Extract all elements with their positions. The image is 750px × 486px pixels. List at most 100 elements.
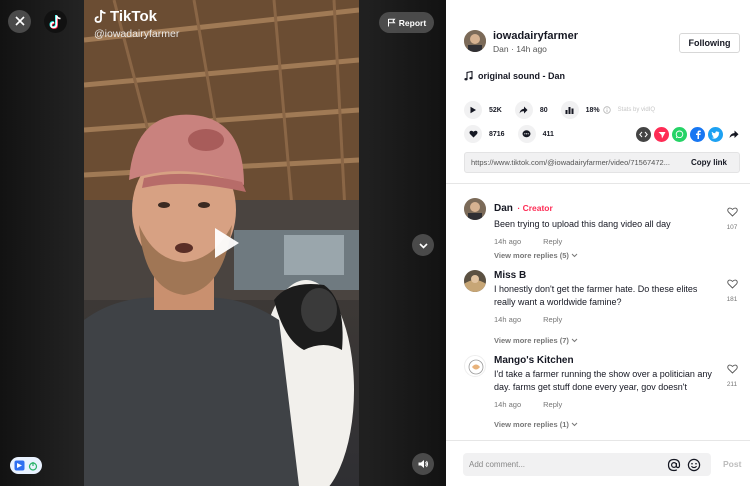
- post-time: 14h ago: [516, 44, 547, 54]
- author-info: iowadairyfarmer Dan · 14h ago: [464, 30, 578, 54]
- emoji-icon[interactable]: [687, 458, 701, 472]
- creator-badge: Creator: [522, 203, 553, 213]
- watermark-username: @iowadairyfarmer: [94, 28, 180, 40]
- view-replies-label: View more replies (5): [494, 251, 569, 260]
- twitter-share-button[interactable]: [708, 127, 723, 142]
- reply-button[interactable]: Reply: [543, 237, 562, 246]
- sound-link[interactable]: original sound - Dan: [464, 71, 565, 81]
- comment-like-button[interactable]: 107: [722, 204, 742, 231]
- comment-avatar[interactable]: [464, 198, 486, 220]
- comments-count: 411: [542, 130, 554, 138]
- stats-row-primary: 52K 80 18% Stats by vidIQ: [464, 101, 655, 119]
- shares-stat: 80: [514, 101, 548, 119]
- brand-name: TikTok: [110, 8, 157, 25]
- plays-stat: 52K: [464, 101, 502, 119]
- info-icon[interactable]: [602, 106, 611, 114]
- comment-body: Mango's Kitchen I'd take a farmer runnin…: [494, 355, 719, 409]
- comment-body: Miss B I honestly don't get the farmer h…: [494, 270, 719, 324]
- view-replies-button[interactable]: View more replies (1): [494, 420, 578, 429]
- close-icon: [14, 16, 25, 26]
- reply-button[interactable]: Reply: [543, 400, 562, 409]
- video-url[interactable]: https://www.tiktok.com/@iowadairyfarmer/…: [465, 158, 687, 167]
- send-share-button[interactable]: [654, 127, 669, 142]
- comment-like-count: 211: [726, 381, 738, 388]
- author-name: Dan: [493, 44, 509, 54]
- report-button[interactable]: Report: [379, 12, 434, 33]
- close-button[interactable]: [8, 10, 31, 33]
- comment-like-button[interactable]: 181: [722, 276, 742, 303]
- reply-button[interactable]: Reply: [543, 315, 562, 324]
- comment-avatar[interactable]: [464, 355, 486, 377]
- share-more-arrow-icon: [729, 130, 738, 138]
- following-button[interactable]: Following: [679, 33, 740, 53]
- view-replies-button[interactable]: View more replies (7): [494, 336, 578, 345]
- copy-link-button[interactable]: Copy link: [687, 158, 727, 167]
- comment-meta: 14h ago Reply: [494, 400, 719, 409]
- stats-attribution[interactable]: Stats by vidIQ: [618, 107, 655, 113]
- comment-meta: 14h ago Reply: [494, 315, 719, 324]
- mute-toggle-button[interactable]: [412, 453, 434, 475]
- engagement-stat: 18%: [560, 101, 611, 119]
- commenter-name[interactable]: Miss B: [494, 270, 719, 281]
- commenter-name[interactable]: Mango's Kitchen: [494, 355, 719, 366]
- embed-share-button[interactable]: [636, 127, 651, 142]
- comment-time: 14h ago: [494, 237, 522, 246]
- author-meta: Dan · 14h ago: [493, 44, 578, 54]
- author-avatar-image: [464, 30, 486, 52]
- extension-badge[interactable]: [10, 457, 42, 474]
- likes-icon-wrap: [464, 125, 482, 143]
- likes-stat[interactable]: 8716: [464, 125, 505, 143]
- commenter-name[interactable]: Dan: [494, 203, 513, 214]
- likes-count: 8716: [489, 130, 505, 138]
- commenter-avatar-image: [468, 359, 484, 375]
- video-watermark: TikTok @iowadairyfarmer: [94, 8, 179, 40]
- twitter-bird-icon: [711, 130, 720, 139]
- author-handle[interactable]: iowadairyfarmer: [493, 30, 578, 42]
- details-panel: iowadairyfarmer Dan · 14h ago Following …: [446, 0, 750, 486]
- embed-code-icon: [639, 131, 648, 138]
- chevron-down-icon: [418, 242, 428, 249]
- comment-avatar[interactable]: [464, 270, 486, 292]
- facebook-share-button[interactable]: [690, 127, 705, 142]
- chevron-down-icon: [571, 422, 578, 427]
- play-icon: [215, 228, 239, 258]
- author-avatar[interactable]: [464, 30, 486, 52]
- sound-name: original sound - Dan: [478, 71, 565, 81]
- more-share-button[interactable]: [726, 127, 741, 142]
- comment-like-count: 107: [726, 224, 738, 231]
- plays-icon-wrap: [464, 101, 482, 119]
- post-button[interactable]: Post: [723, 459, 741, 469]
- comment-text: I'd take a farmer running the show over …: [494, 369, 712, 392]
- facebook-icon: [695, 130, 701, 139]
- comment-time: 14h ago: [494, 315, 522, 324]
- vidiq-extension-icon: [14, 460, 25, 471]
- view-replies-button[interactable]: View more replies (5): [494, 251, 578, 260]
- tiktok-logo-button[interactable]: [44, 10, 67, 33]
- view-replies-label: View more replies (1): [494, 420, 569, 429]
- mention-icon[interactable]: [667, 458, 681, 472]
- author-separator: ·: [510, 44, 514, 54]
- comments-list[interactable]: Dan · Creator Been trying to upload this…: [446, 183, 750, 440]
- play-count-icon: [470, 106, 476, 114]
- chevron-down-icon: [571, 253, 578, 258]
- comments-icon-wrap: [517, 125, 536, 143]
- comment-like-button[interactable]: 211: [722, 361, 742, 388]
- flag-icon: [387, 18, 396, 27]
- heart-outline-icon: [726, 279, 738, 289]
- engagement-icon-wrap: [560, 101, 579, 119]
- comments-stat[interactable]: 411: [517, 125, 554, 143]
- comment-text: Been trying to upload this dang video al…: [494, 219, 671, 229]
- tiktok-logo-icon: [49, 15, 61, 30]
- whatsapp-icon: [675, 130, 684, 139]
- whatsapp-share-button[interactable]: [672, 127, 687, 142]
- comment-meta: 14h ago Reply: [494, 237, 719, 246]
- heart-icon: [469, 130, 477, 138]
- play-button[interactable]: [205, 223, 245, 263]
- next-video-button[interactable]: [412, 234, 434, 256]
- stats-row-secondary: 8716 411: [464, 125, 567, 143]
- video-link-box: https://www.tiktok.com/@iowadairyfarmer/…: [464, 152, 740, 173]
- share-arrow-icon: [519, 106, 528, 114]
- plays-count: 52K: [489, 106, 502, 114]
- power-icon: [29, 461, 38, 471]
- view-replies-label: View more replies (7): [494, 336, 569, 345]
